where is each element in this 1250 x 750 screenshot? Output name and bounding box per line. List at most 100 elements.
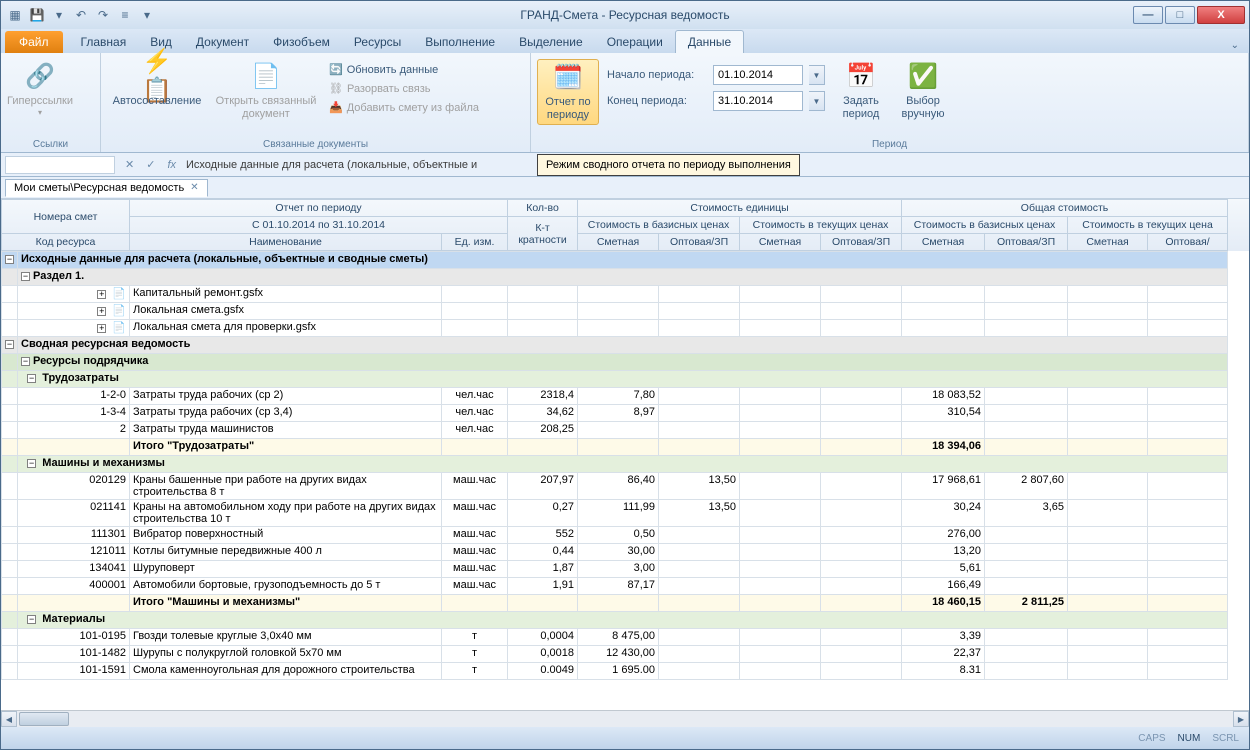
hdr-u-smeta2[interactable]: Сметная <box>740 234 821 251</box>
hdr-t-current[interactable]: Стоимость в текущих цена <box>1068 217 1228 234</box>
tab-resursy[interactable]: Ресурсы <box>342 31 413 53</box>
hdr-resource-code[interactable]: Код ресурса <box>2 234 130 251</box>
close-tab-icon[interactable]: ✕ <box>190 182 198 193</box>
hdr-qty[interactable]: Кол-во <box>508 200 578 217</box>
file-tab[interactable]: Файл <box>5 31 63 53</box>
minimize-button[interactable]: — <box>1133 6 1163 24</box>
section-razdel[interactable]: −Раздел 1. <box>2 269 1228 286</box>
redo-icon[interactable]: ↷ <box>93 5 113 25</box>
scroll-right-icon[interactable]: ▶ <box>1233 711 1249 727</box>
tab-operatsii[interactable]: Операции <box>595 31 675 53</box>
cancel-icon[interactable]: ✕ <box>123 158 136 171</box>
hdr-smeta-numbers[interactable]: Номера смет <box>2 200 130 234</box>
section-mach[interactable]: − Машины и механизмы <box>2 456 1228 473</box>
qat-more-icon[interactable]: ▾ <box>137 5 157 25</box>
table-row[interactable]: 020129Краны башенные при работе на други… <box>2 473 1228 500</box>
undo-icon[interactable]: ↶ <box>71 5 91 25</box>
file-row[interactable]: + 📄Локальная смета.gsfx <box>2 303 1228 320</box>
section-labor[interactable]: − Трудозатраты <box>2 371 1228 388</box>
maximize-button[interactable]: □ <box>1165 6 1195 24</box>
hdr-u-smeta[interactable]: Сметная <box>578 234 659 251</box>
scroll-thumb[interactable] <box>19 712 69 726</box>
period-start-dropdown[interactable]: ▼ <box>809 65 825 85</box>
collapse-icon[interactable]: − <box>5 340 14 349</box>
report-by-period-button[interactable]: 🗓️ Отчет по периоду <box>537 59 599 125</box>
expand-icon[interactable]: + <box>97 307 106 316</box>
manual-select-button[interactable]: ✅ Выбор вручную <box>893 59 953 123</box>
expand-icon[interactable]: + <box>97 324 106 333</box>
section-source-data[interactable]: −Исходные данные для расчета (локальные,… <box>2 252 1228 269</box>
period-start-input[interactable] <box>713 65 803 85</box>
hdr-unit[interactable]: Ед. изм. <box>442 234 508 251</box>
confirm-icon[interactable]: ✓ <box>144 158 157 171</box>
table-row[interactable]: 021141Краны на автомобильном ходу при ра… <box>2 500 1228 527</box>
qat-customize-icon[interactable]: ≡ <box>115 5 135 25</box>
section-svodnaya[interactable]: −Сводная ресурсная ведомость <box>2 337 1228 354</box>
hdr-u-wholesale2[interactable]: Оптовая/ЗП <box>821 234 902 251</box>
open-linked-icon: 📄 <box>250 61 282 93</box>
fx-icon[interactable]: fx <box>165 159 178 171</box>
hdr-t-smeta2[interactable]: Сметная <box>1068 234 1148 251</box>
scroll-left-icon[interactable]: ◀ <box>1 711 17 727</box>
collapse-icon[interactable]: − <box>27 374 36 383</box>
file-row[interactable]: + 📄Локальная смета для проверки.gsfx <box>2 320 1228 337</box>
app-icon[interactable]: ▦ <box>5 5 25 25</box>
qat-dropdown-icon[interactable]: ▾ <box>49 5 69 25</box>
table-row[interactable]: 111301Вибратор поверхностныймаш.час5520,… <box>2 527 1228 544</box>
doc-icon: 📄 <box>112 322 126 334</box>
file-row[interactable]: + 📄Капитальный ремонт.gsfx <box>2 286 1228 303</box>
table-row[interactable]: 121011Котлы битумные передвижные 400 лма… <box>2 544 1228 561</box>
period-end-dropdown[interactable]: ▼ <box>809 91 825 111</box>
collapse-icon[interactable]: − <box>27 459 36 468</box>
save-icon[interactable]: 💾 <box>27 5 47 25</box>
hdr-t-wholesale[interactable]: Оптовая/ЗП <box>985 234 1068 251</box>
caps-indicator: CAPS <box>1138 733 1165 744</box>
expand-icon[interactable]: + <box>97 290 106 299</box>
tab-vypolnenie[interactable]: Выполнение <box>413 31 507 53</box>
tab-fizobem[interactable]: Физобъем <box>261 31 342 53</box>
collapse-icon[interactable]: − <box>5 255 14 264</box>
subtotal-labor[interactable]: Итого "Трудозатраты"18 394,06 <box>2 439 1228 456</box>
table-row[interactable]: 1-3-4Затраты труда рабочих (ср 3,4)чел.ч… <box>2 405 1228 422</box>
subtotal-mach[interactable]: Итого "Машины и механизмы"18 460,152 811… <box>2 595 1228 612</box>
hdr-total-cost[interactable]: Общая стоимость <box>902 200 1228 217</box>
section-materials[interactable]: − Материалы <box>2 612 1228 629</box>
table-row[interactable]: 1-2-0Затраты труда рабочих (ср 2)чел.час… <box>2 388 1228 405</box>
table-row[interactable]: 400001Автомобили бортовые, грузоподъемно… <box>2 578 1228 595</box>
table-row[interactable]: 101-1591Смола каменноугольная для дорожн… <box>2 663 1228 680</box>
auto-compose-icon: ⚡📋 <box>141 61 173 93</box>
collapse-icon[interactable]: − <box>21 272 30 281</box>
horizontal-scrollbar[interactable]: ◀ ▶ <box>1 710 1249 727</box>
update-data-button[interactable]: 🔄Обновить данные <box>325 61 483 78</box>
hdr-t-wholesale2[interactable]: Оптовая/ <box>1148 234 1228 251</box>
table-row[interactable]: 101-1482Шурупы с полукруглой головкой 5x… <box>2 646 1228 663</box>
set-period-button[interactable]: 📅 Задать период <box>833 59 889 123</box>
hdr-u-wholesale[interactable]: Оптовая/ЗП <box>659 234 740 251</box>
tab-vydelenie[interactable]: Выделение <box>507 31 595 53</box>
hdr-t-smeta[interactable]: Сметная <box>902 234 985 251</box>
auto-compose-button[interactable]: ⚡📋 Автосоставление <box>107 59 207 110</box>
num-indicator: NUM <box>1178 733 1201 744</box>
tab-dannye[interactable]: Данные <box>675 30 744 53</box>
hdr-report-range[interactable]: С 01.10.2014 по 31.10.2014 <box>130 217 508 234</box>
document-tab[interactable]: Мои сметы\Ресурсная ведомость ✕ <box>5 179 208 197</box>
collapse-ribbon-icon[interactable]: ⌄ <box>1221 38 1249 53</box>
hdr-t-base[interactable]: Стоимость в базисных ценах <box>902 217 1068 234</box>
hdr-u-base[interactable]: Стоимость в базисных ценах <box>578 217 740 234</box>
hdr-name[interactable]: Наименование <box>130 234 442 251</box>
name-box[interactable] <box>5 156 115 174</box>
collapse-icon[interactable]: − <box>27 615 36 624</box>
collapse-icon[interactable]: − <box>21 357 30 366</box>
table-row[interactable]: 2Затраты труда машинистовчел.час208,25 <box>2 422 1228 439</box>
tab-dokument[interactable]: Документ <box>184 31 261 53</box>
section-contractor[interactable]: −Ресурсы подрядчика <box>2 354 1228 371</box>
hdr-mult[interactable]: К-т кратности <box>508 217 578 251</box>
hdr-unit-cost[interactable]: Стоимость единицы <box>578 200 902 217</box>
close-button[interactable]: Х <box>1197 6 1245 24</box>
hdr-u-current[interactable]: Стоимость в текущих ценах <box>740 217 902 234</box>
period-end-input[interactable] <box>713 91 803 111</box>
tab-glavnaya[interactable]: Главная <box>69 31 139 53</box>
table-row[interactable]: 101-0195Гвозди толевые круглые 3,0x40 мм… <box>2 629 1228 646</box>
table-row[interactable]: 134041Шуруповертмаш.час1,873,005,61 <box>2 561 1228 578</box>
hdr-report-title[interactable]: Отчет по периоду <box>130 200 508 217</box>
